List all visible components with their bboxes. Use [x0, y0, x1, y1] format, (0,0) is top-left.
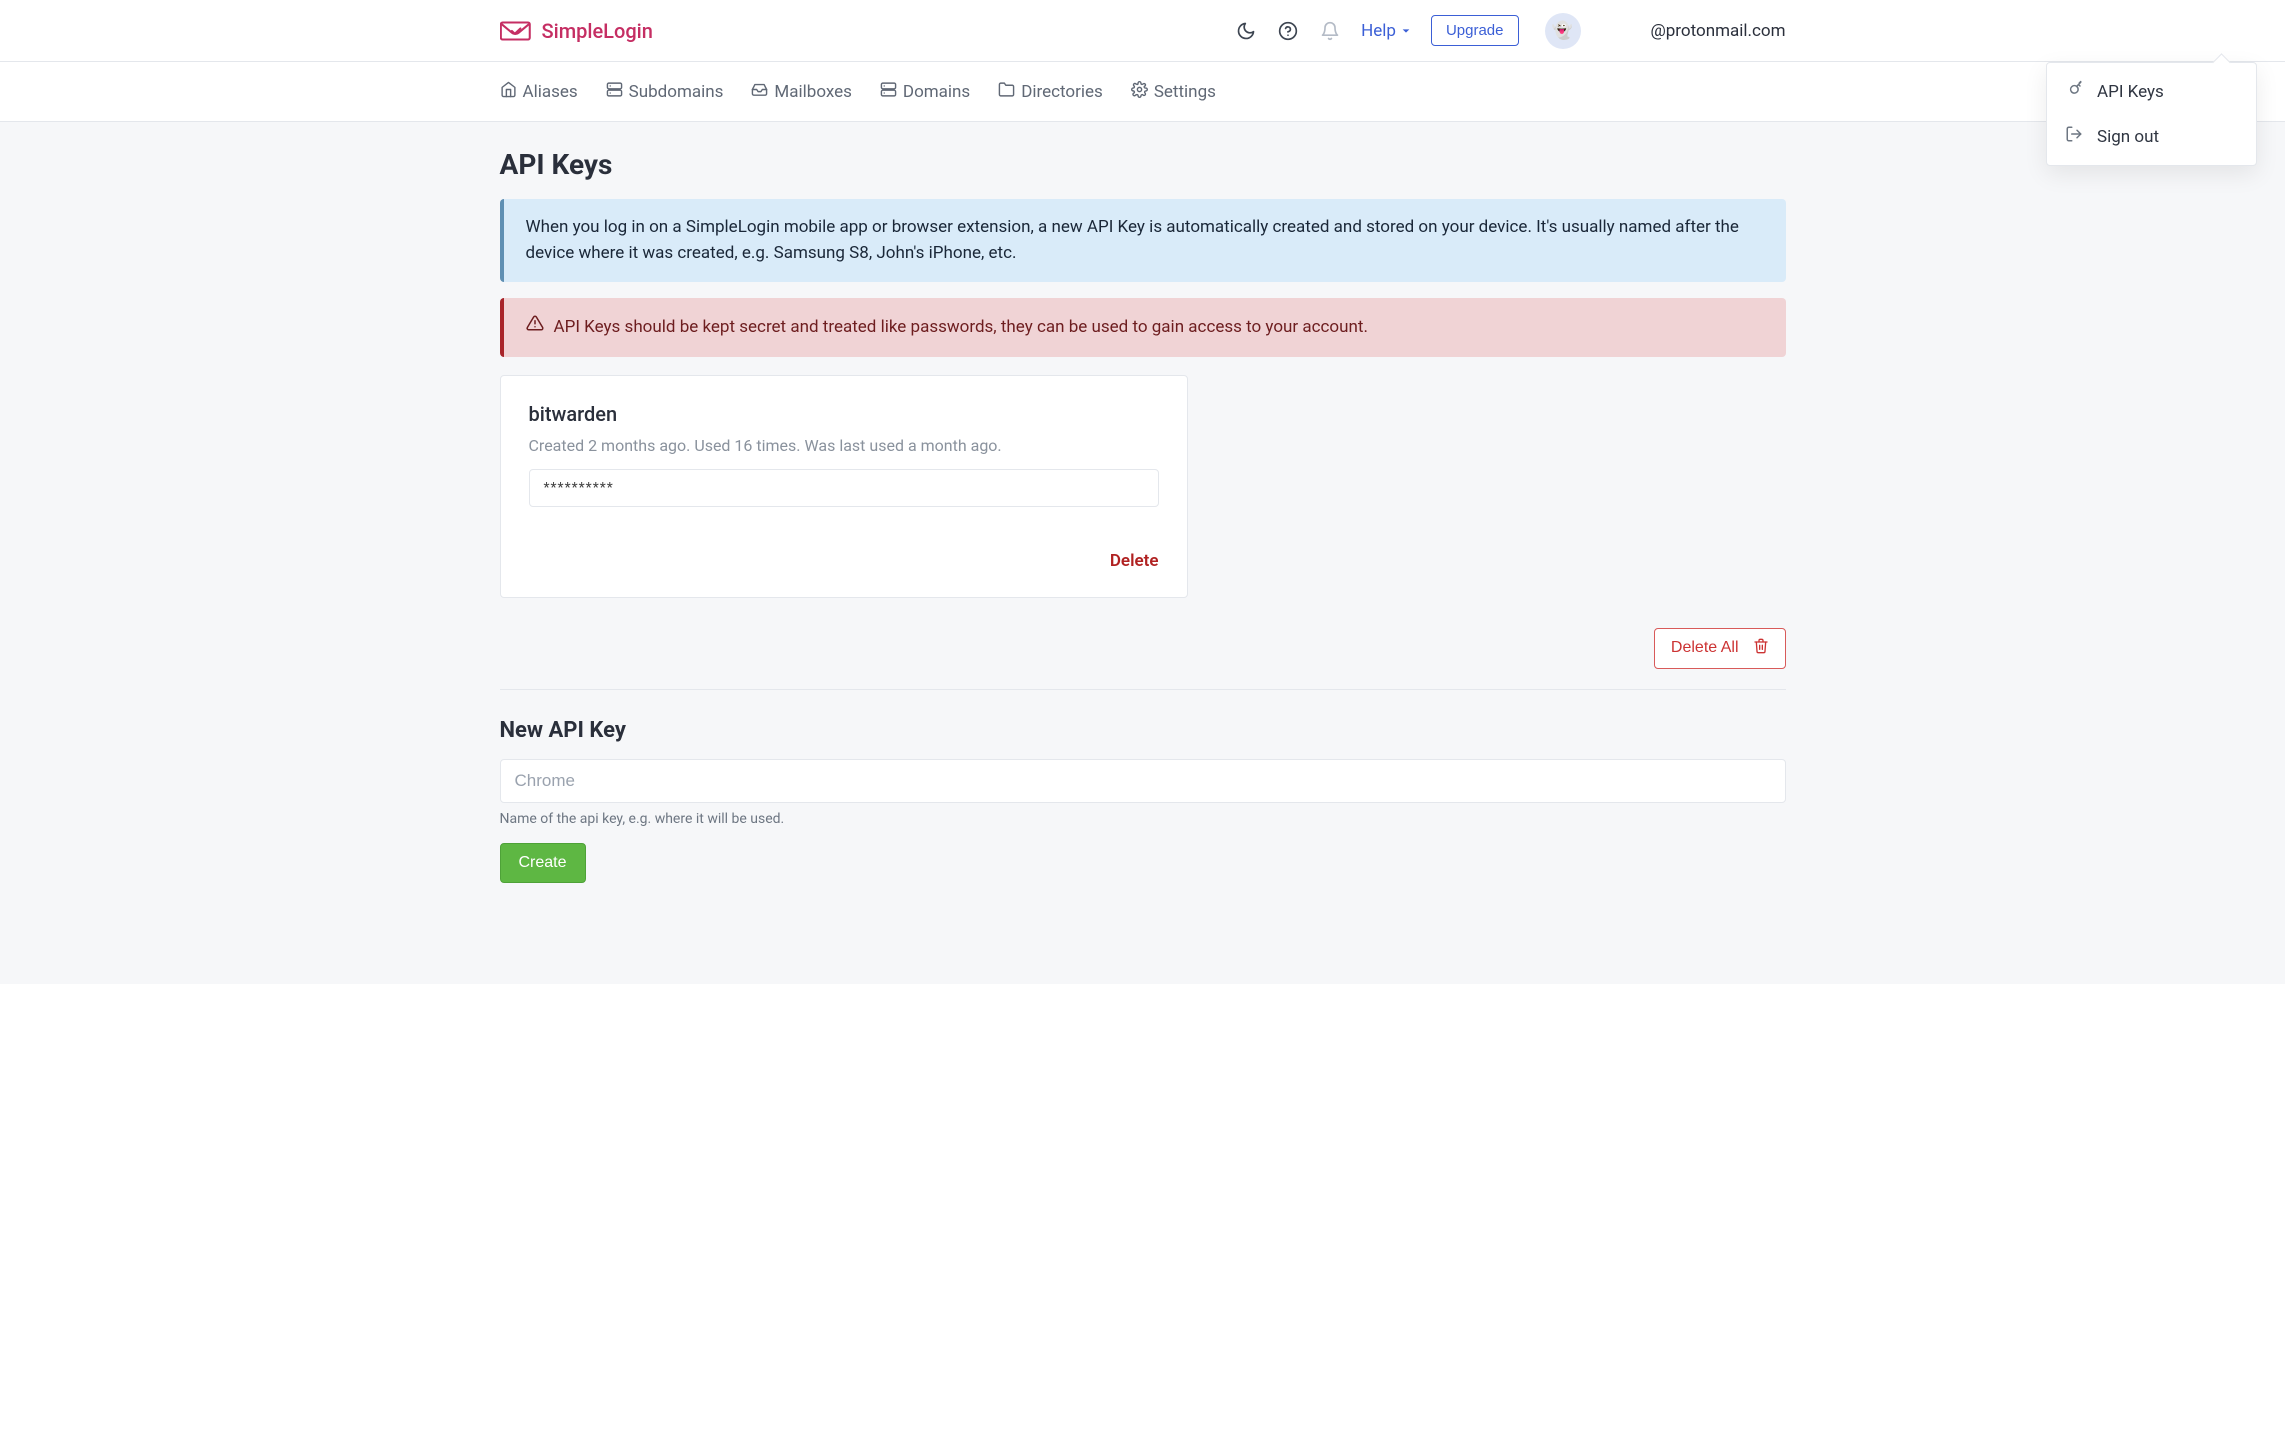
nav-aliases[interactable]: Aliases: [500, 81, 578, 103]
top-header: SimpleLogin Help Upgrade 👻 @protonmail.c…: [0, 0, 2285, 62]
divider: [500, 689, 1786, 690]
dropdown-item-api-keys[interactable]: API Keys: [2047, 69, 2256, 114]
user-email[interactable]: @protonmail.com: [1651, 21, 1786, 41]
alert-triangle-icon: [526, 314, 544, 341]
delete-all-button[interactable]: Delete All: [1654, 628, 1786, 669]
logo-icon: [500, 19, 534, 43]
api-key-meta: Created 2 months ago. Used 16 times. Was…: [529, 436, 1159, 455]
key-icon: [2065, 80, 2083, 103]
nav-directories[interactable]: Directories: [998, 81, 1103, 103]
api-key-name-hint: Name of the api key, e.g. where it will …: [500, 811, 1786, 827]
dropdown-api-keys-label: API Keys: [2097, 82, 2164, 102]
help-link[interactable]: Help: [1361, 21, 1411, 41]
user-dropdown: API Keys Sign out: [2046, 62, 2257, 166]
api-key-name: bitwarden: [529, 402, 1159, 426]
nav-aliases-label: Aliases: [523, 82, 578, 102]
alert-info: When you log in on a SimpleLogin mobile …: [500, 199, 1786, 282]
nav-settings[interactable]: Settings: [1131, 81, 1216, 103]
inbox-icon: [751, 81, 768, 103]
page-title: API Keys: [500, 148, 1786, 181]
api-key-card: bitwarden Created 2 months ago. Used 16 …: [500, 375, 1188, 598]
nav-subdomains[interactable]: Subdomains: [606, 81, 724, 103]
delete-all-label: Delete All: [1671, 639, 1739, 657]
server-icon: [606, 81, 623, 103]
caret-down-icon: [1401, 21, 1411, 41]
dropdown-item-sign-out[interactable]: Sign out: [2047, 114, 2256, 159]
nav-subdomains-label: Subdomains: [629, 82, 724, 102]
nav-mailboxes[interactable]: Mailboxes: [751, 81, 851, 103]
bell-icon[interactable]: [1319, 20, 1341, 42]
folder-icon: [998, 81, 1015, 103]
upgrade-button[interactable]: Upgrade: [1431, 15, 1519, 46]
new-api-key-title: New API Key: [500, 718, 1786, 743]
sign-out-icon: [2065, 125, 2083, 148]
alert-warning: API Keys should be kept secret and treat…: [500, 298, 1786, 357]
brand-logo[interactable]: SimpleLogin: [500, 19, 653, 43]
nav-mailboxes-label: Mailboxes: [774, 82, 851, 102]
api-key-value-masked[interactable]: **********: [529, 469, 1159, 507]
alert-warning-text: API Keys should be kept secret and treat…: [554, 315, 1368, 341]
server-icon: [880, 81, 897, 103]
delete-key-button[interactable]: Delete: [1110, 551, 1159, 571]
home-icon: [500, 81, 517, 103]
main-content: API Keys When you log in on a SimpleLogi…: [0, 122, 2285, 984]
dark-mode-icon[interactable]: [1235, 20, 1257, 42]
nav-domains[interactable]: Domains: [880, 81, 970, 103]
nav-tabs: Aliases Subdomains Mailboxes Domains Dir…: [0, 62, 2285, 122]
nav-settings-label: Settings: [1154, 82, 1216, 102]
nav-domains-label: Domains: [903, 82, 970, 102]
nav-directories-label: Directories: [1021, 82, 1103, 102]
help-circle-icon[interactable]: [1277, 20, 1299, 42]
brand-name: SimpleLogin: [542, 19, 653, 43]
trash-icon: [1753, 638, 1769, 659]
avatar[interactable]: 👻: [1545, 13, 1581, 49]
api-key-name-input[interactable]: [500, 759, 1786, 803]
gear-icon: [1131, 81, 1148, 103]
dropdown-sign-out-label: Sign out: [2097, 127, 2159, 147]
create-button[interactable]: Create: [500, 843, 586, 883]
help-label: Help: [1361, 21, 1396, 41]
